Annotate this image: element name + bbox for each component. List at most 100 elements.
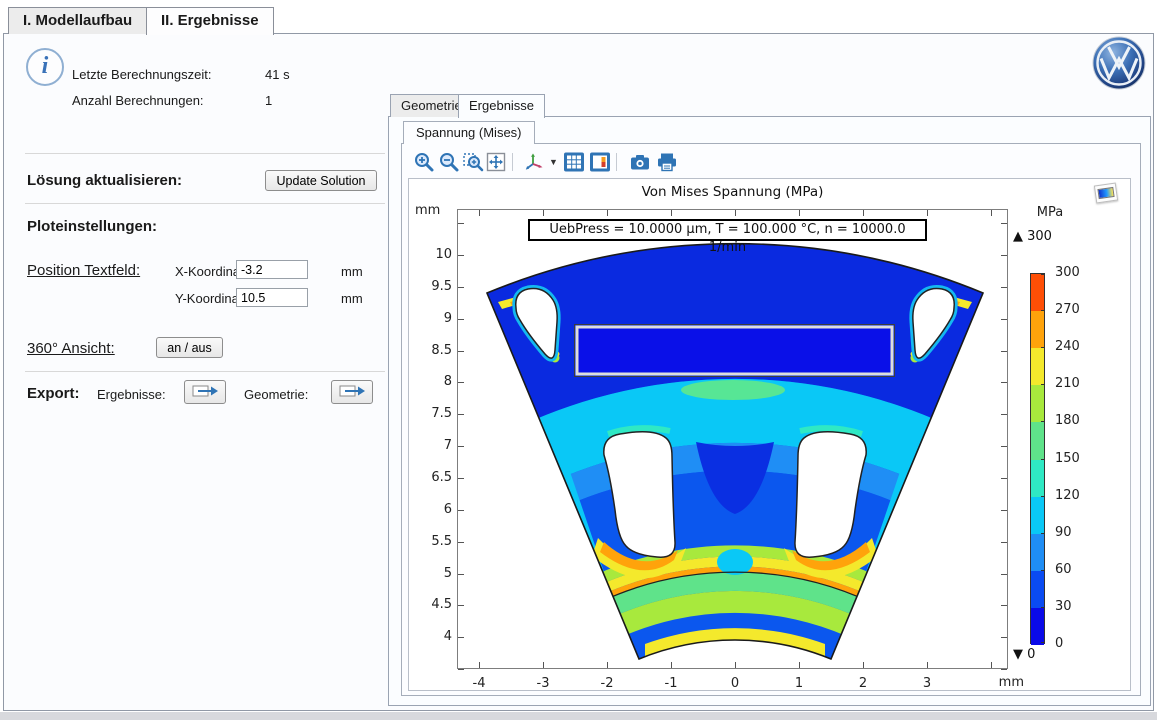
x-axis-tick-label: -1	[656, 676, 686, 691]
colorbar-segment	[1031, 608, 1044, 646]
y-axis-tick-label: 5.5	[412, 534, 452, 549]
x-axis-tick	[607, 662, 608, 668]
view-tab-ergebnisse-label: Ergebnisse	[469, 98, 534, 113]
y-axis-tick	[458, 382, 464, 383]
view360-toggle-button[interactable]: an / aus	[156, 337, 223, 358]
colorbar-tick-label: 240	[1055, 339, 1095, 354]
y-axis-tick-label: 9.5	[412, 279, 452, 294]
textfield-position-label: Position Textfeld:	[27, 262, 140, 279]
plot-tab-label: Spannung (Mises)	[416, 125, 522, 140]
x-axis-tick	[799, 662, 800, 668]
update-solution-button[interactable]: Update Solution	[265, 170, 377, 191]
colorbar-segment	[1031, 571, 1044, 609]
plot-settings-heading: Ploteinstellungen:	[27, 218, 157, 235]
print-button[interactable]	[655, 150, 679, 174]
zoom-extents-button[interactable]	[484, 150, 508, 174]
grid-toggle-button[interactable]	[562, 150, 586, 174]
plot-tab-spannung-mises[interactable]: Spannung (Mises)	[403, 121, 535, 144]
snapshot-camera-button[interactable]	[628, 150, 652, 174]
x-axis-tick-label: -3	[528, 676, 558, 691]
colorbar-tick-label: 180	[1055, 413, 1095, 428]
colorbar-tick-label: 300	[1055, 265, 1095, 280]
graphics-canvas[interactable]: Von Mises Spannung (MPa) mm mm	[408, 178, 1131, 691]
printer-icon	[655, 150, 679, 174]
last-computation-value: 41 s	[265, 67, 290, 82]
x-axis-tick-label: 2	[848, 676, 878, 691]
colorbar-tick	[1041, 310, 1045, 311]
colorbar-max-marker: ▲ 300	[1013, 229, 1052, 244]
y-axis-tick-label: 9	[412, 311, 452, 326]
x-axis-tick	[479, 210, 480, 216]
colorbar-tick-label: 120	[1055, 488, 1095, 503]
colorbar-tick	[1041, 459, 1045, 460]
export-results-button[interactable]	[184, 380, 226, 404]
colorbar-tick	[1041, 570, 1045, 571]
view-tab-geometrie-label: Geometrie	[401, 98, 462, 113]
y-axis-tick-label: 4	[412, 629, 452, 644]
colorbar-segment	[1031, 348, 1044, 386]
export-geometry-button[interactable]	[331, 380, 373, 404]
colorbar-unit-label: MPa	[1015, 205, 1085, 220]
y-axis-tick	[458, 605, 464, 606]
y-axis-tick	[1001, 637, 1007, 638]
view-orientation-dropdown-caret[interactable]: ▼	[549, 157, 558, 167]
colorbar-segment	[1031, 497, 1044, 535]
y-axis-tick	[458, 351, 464, 352]
x-axis-tick-label: 1	[784, 676, 814, 691]
tab-modellaufbau-label: I. Modellaufbau	[23, 12, 132, 29]
y-axis-tick	[458, 255, 464, 256]
window-bottom-edge	[0, 712, 1157, 720]
y-axis-tick	[1001, 446, 1007, 447]
y-axis-tick	[458, 478, 464, 479]
colorbar-segment	[1031, 311, 1044, 349]
computation-count-value: 1	[265, 93, 272, 108]
parameter-annotation-box: UebPress = 10.0000 μm, T = 100.000 °C, n…	[528, 219, 927, 241]
y-axis-tick-label: 4.5	[412, 597, 452, 612]
y-axis-unit: mm	[415, 203, 440, 218]
x-axis-tick-label: -2	[592, 676, 622, 691]
colorbar-tick	[1041, 496, 1045, 497]
plot-group-icon-thumb	[1097, 187, 1114, 199]
view-orientation-button[interactable]	[522, 150, 546, 174]
computation-count-label: Anzahl Berechnungen:	[72, 93, 204, 108]
zoom-box-button[interactable]	[461, 150, 485, 174]
y-axis-tick-label: 10	[412, 247, 452, 262]
x-axis-tick	[799, 210, 800, 216]
y-axis-tick	[458, 414, 464, 415]
x-axis-tick-label: 3	[912, 676, 942, 691]
colorbar-tick	[1041, 274, 1045, 275]
y-axis-tick	[1001, 351, 1007, 352]
colorbar-tick-label: 270	[1055, 302, 1095, 317]
view-orientation-icon	[522, 150, 546, 174]
x-axis-tick	[991, 210, 992, 216]
plot-group-icon[interactable]	[1094, 183, 1118, 204]
vw-logo	[1092, 36, 1146, 95]
x-axis-tick-label: -4	[464, 676, 494, 691]
y-axis-tick	[1001, 574, 1007, 575]
color-legend-toggle-button[interactable]	[588, 150, 612, 174]
colorbar-tick	[1041, 642, 1045, 643]
zoom-extents-icon	[484, 150, 508, 174]
tab-modellaufbau[interactable]: I. Modellaufbau	[8, 7, 147, 34]
colorbar-segment	[1031, 534, 1044, 572]
plot-frame: -4-3-2-10123109.598.587.576.565.554.54	[457, 209, 1008, 669]
y-coordinate-input[interactable]	[236, 288, 308, 307]
colorbar-tick	[1041, 384, 1045, 385]
y-axis-tick-label: 8	[412, 374, 452, 389]
toolbar-separator	[616, 153, 617, 171]
y-axis-tick	[1001, 510, 1007, 511]
tab-ergebnisse[interactable]: II. Ergebnisse	[146, 7, 274, 35]
grid-icon	[562, 150, 586, 174]
y-axis-tick	[1001, 414, 1007, 415]
colorbar-tick	[1041, 347, 1045, 348]
y-axis-tick-label: 6	[412, 502, 452, 517]
x-axis-tick	[991, 662, 992, 668]
info-icon: i	[26, 48, 64, 86]
y-axis-tick	[458, 637, 464, 638]
zoom-in-button[interactable]	[412, 150, 436, 174]
y-axis-tick	[458, 669, 464, 670]
view-tab-ergebnisse[interactable]: Ergebnisse	[458, 94, 545, 118]
zoom-out-button[interactable]	[437, 150, 461, 174]
y-axis-tick	[1001, 223, 1007, 224]
x-coordinate-input[interactable]	[236, 260, 308, 279]
